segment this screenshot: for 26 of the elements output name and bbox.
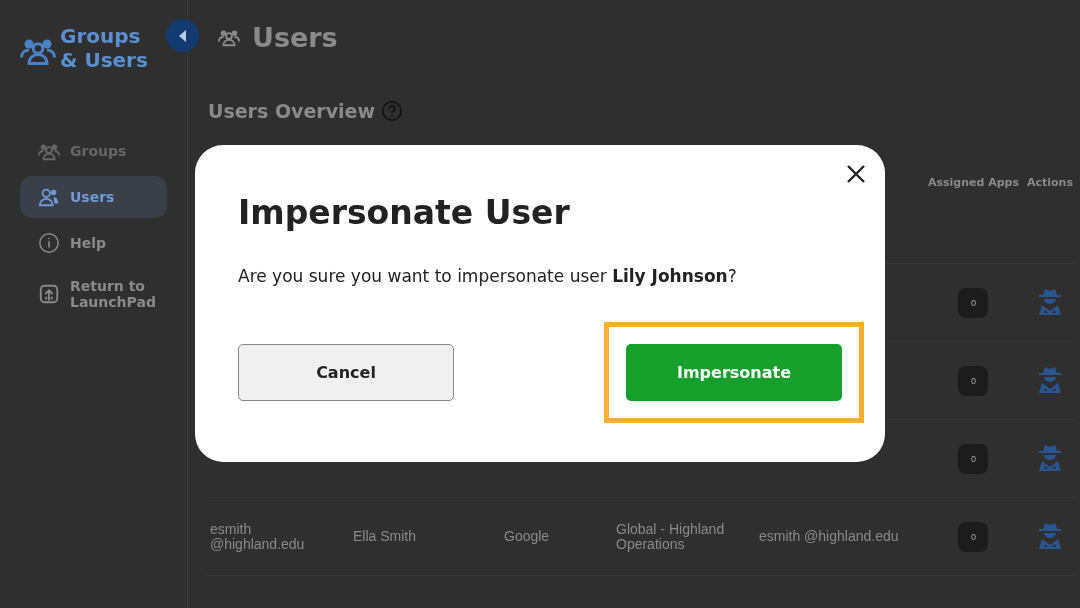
close-button[interactable]	[845, 163, 867, 185]
sidebar-item[interactable]: Return to LaunchPad	[20, 268, 167, 320]
column-header: Actions	[1026, 176, 1073, 189]
page-title: Users	[252, 21, 338, 53]
sidebar-item[interactable]: Users	[20, 176, 167, 218]
users-icon	[38, 186, 60, 208]
help-icon[interactable]	[381, 100, 404, 122]
dialog-title: Impersonate User	[238, 193, 571, 232]
confirm-button[interactable]: Impersonate	[626, 344, 842, 401]
upload-icon	[38, 283, 60, 305]
table-cell: Google	[504, 528, 550, 544]
cancel-button[interactable]: Cancel	[238, 344, 454, 401]
count-badge: 0	[958, 521, 989, 552]
sidebar-item[interactable]: Help	[20, 222, 167, 264]
count-badge: 0	[958, 287, 989, 318]
dialog-message: Are you sure you want to impersonate user Lily Johnson?	[238, 266, 738, 286]
table-cell: Global - Highland Operations	[616, 520, 725, 552]
column-header: Assigned Apps	[927, 176, 1019, 189]
table-cell: esmith @highland.edu	[210, 520, 305, 552]
count-badge: 0	[958, 365, 989, 396]
count-badge: 0	[958, 443, 989, 474]
info-icon	[38, 232, 60, 254]
table-cell: esmith @highland.edu	[759, 528, 899, 544]
table-cell: Ella Smith	[353, 528, 417, 544]
app-title: Groups & Users	[60, 24, 149, 72]
section-title: Users Overview	[208, 100, 376, 122]
